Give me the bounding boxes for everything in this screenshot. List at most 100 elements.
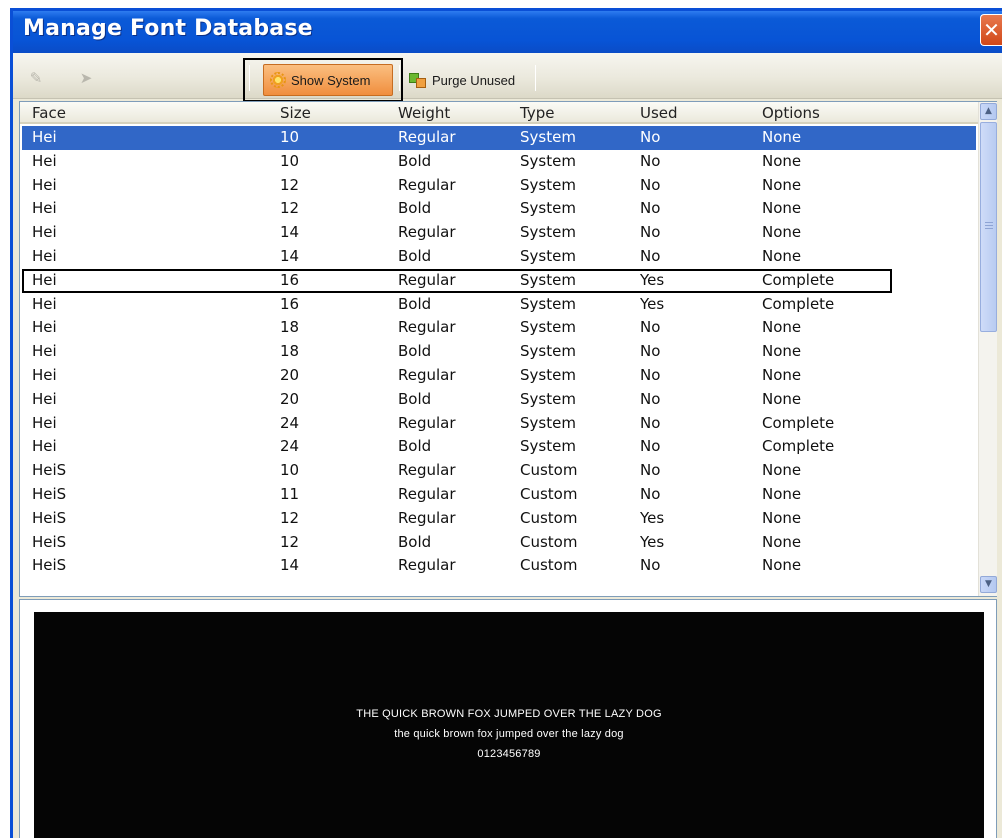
cell-size: 14 [280,556,300,575]
table-row[interactable]: HeiS 12 Bold Custom Yes None [22,531,976,555]
table-row[interactable]: Hei 14 Bold System No None [22,245,976,269]
cell-used: No [640,342,661,361]
close-button[interactable]: ✕ [980,14,1002,46]
cell-size: 10 [280,128,300,146]
column-header-weight[interactable]: Weight [398,104,450,122]
cell-options: None [762,318,802,337]
cell-used: No [640,437,661,456]
cell-used: Yes [640,270,665,289]
column-header-used[interactable]: Used [640,104,678,122]
cell-options: None [762,485,802,503]
table-row[interactable]: HeiS 10 Regular Custom No None [22,459,976,483]
cell-size: 20 [280,366,300,384]
cell-used: Yes [640,294,665,313]
cell-type: System [520,247,576,265]
table-row[interactable]: Hei 24 Regular System No Complete [22,412,976,436]
table-row[interactable]: Hei 12 Bold System No None [22,197,976,221]
show-system-label: Show System [291,72,371,88]
pencil-icon[interactable]: ✎ [27,69,45,87]
cell-options: None [762,199,802,218]
cell-type: System [520,270,576,289]
cell-face: Hei [32,270,57,289]
cell-face: HeiS [32,532,67,551]
scroll-thumb[interactable] [980,122,997,332]
cell-options: Complete [762,413,835,432]
table-row[interactable]: Hei 20 Regular System No None [22,364,976,388]
cell-type: System [520,366,576,384]
toolbar-separator [399,65,400,91]
table-row[interactable]: Hei 10 Bold System No None [22,150,976,174]
cell-size: 24 [280,413,300,432]
cell-face: Hei [32,437,57,456]
table-row[interactable]: HeiS 14 Regular Custom No None [22,554,976,578]
cell-type: System [520,389,576,408]
cell-size: 16 [280,294,300,313]
cell-size: 12 [280,532,300,551]
cell-weight: Bold [398,199,432,218]
cell-face: Hei [32,294,57,313]
column-header-size[interactable]: Size [280,104,311,122]
cell-type: Custom [520,461,578,480]
cell-face: Hei [32,342,57,361]
table-row[interactable]: Hei 18 Bold System No None [22,340,976,364]
table-row[interactable]: Hei 10 Regular System No None [22,126,976,150]
show-system-button[interactable]: Show System [263,64,393,96]
cell-used: No [640,461,661,480]
table-row[interactable]: Hei 16 Regular System Yes Complete [22,269,976,293]
font-list[interactable]: Face Size Weight Type Used Options Hei 10… [19,101,997,597]
cell-weight: Regular [398,318,456,337]
cell-size: 16 [280,270,300,289]
cell-size: 12 [280,508,300,527]
cell-size: 12 [280,175,300,194]
cell-weight: Regular [398,270,456,289]
table-row[interactable]: HeiS 12 Regular Custom Yes None [22,507,976,531]
column-header-options[interactable]: Options [762,104,820,122]
purge-icon [409,71,427,89]
cell-size: 24 [280,437,300,456]
cell-used: No [640,199,661,218]
cell-size: 18 [280,342,300,361]
cell-options: None [762,342,802,361]
cell-weight: Regular [398,461,456,480]
table-row[interactable]: Hei 18 Regular System No None [22,316,976,340]
cell-weight: Bold [398,532,432,551]
arrow-icon[interactable]: ➤ [77,69,95,87]
column-header-type[interactable]: Type [520,104,554,122]
cell-weight: Regular [398,556,456,575]
cell-type: Custom [520,556,578,575]
list-rows: Hei 10 Regular System No None Hei 10 Bold System N… [20,126,978,596]
cell-weight: Regular [398,485,456,503]
cell-size: 11 [280,485,300,503]
cell-type: System [520,128,576,146]
cell-size: 18 [280,318,300,337]
cell-face: Hei [32,366,57,384]
table-row[interactable]: Hei 12 Regular System No None [22,174,976,198]
cell-options: None [762,556,802,575]
purge-unused-label: Purge Unused [432,72,516,88]
cell-type: System [520,318,576,337]
vertical-scrollbar[interactable]: ▲ ▼ [978,102,997,596]
column-header-face[interactable]: Face [32,104,66,122]
scroll-up-button[interactable]: ▲ [980,103,997,120]
cell-used: Yes [640,508,665,527]
preview-lowercase-text: the quick brown fox jumped over the lazy… [394,728,624,740]
table-row[interactable]: Hei 24 Bold System No Complete [22,435,976,459]
table-row[interactable]: HeiS 11 Regular Custom No None [22,483,976,507]
title-bar[interactable]: Manage Font Database ✕ [13,11,1002,53]
table-row[interactable]: Hei 20 Bold System No None [22,388,976,412]
cell-used: No [640,128,661,146]
cell-face: HeiS [32,485,67,503]
cell-size: 20 [280,389,300,408]
cell-type: System [520,151,576,170]
cell-used: Yes [640,532,665,551]
cell-used: No [640,223,661,242]
cell-face: Hei [32,175,57,194]
cell-face: Hei [32,389,57,408]
cell-weight: Bold [398,294,432,313]
cell-weight: Regular [398,128,456,146]
table-row[interactable]: Hei 14 Regular System No None [22,221,976,245]
purge-unused-button[interactable]: Purge Unused [405,64,535,96]
cell-weight: Regular [398,508,456,527]
scroll-down-button[interactable]: ▼ [980,576,997,593]
table-row[interactable]: Hei 16 Bold System Yes Complete [22,293,976,317]
